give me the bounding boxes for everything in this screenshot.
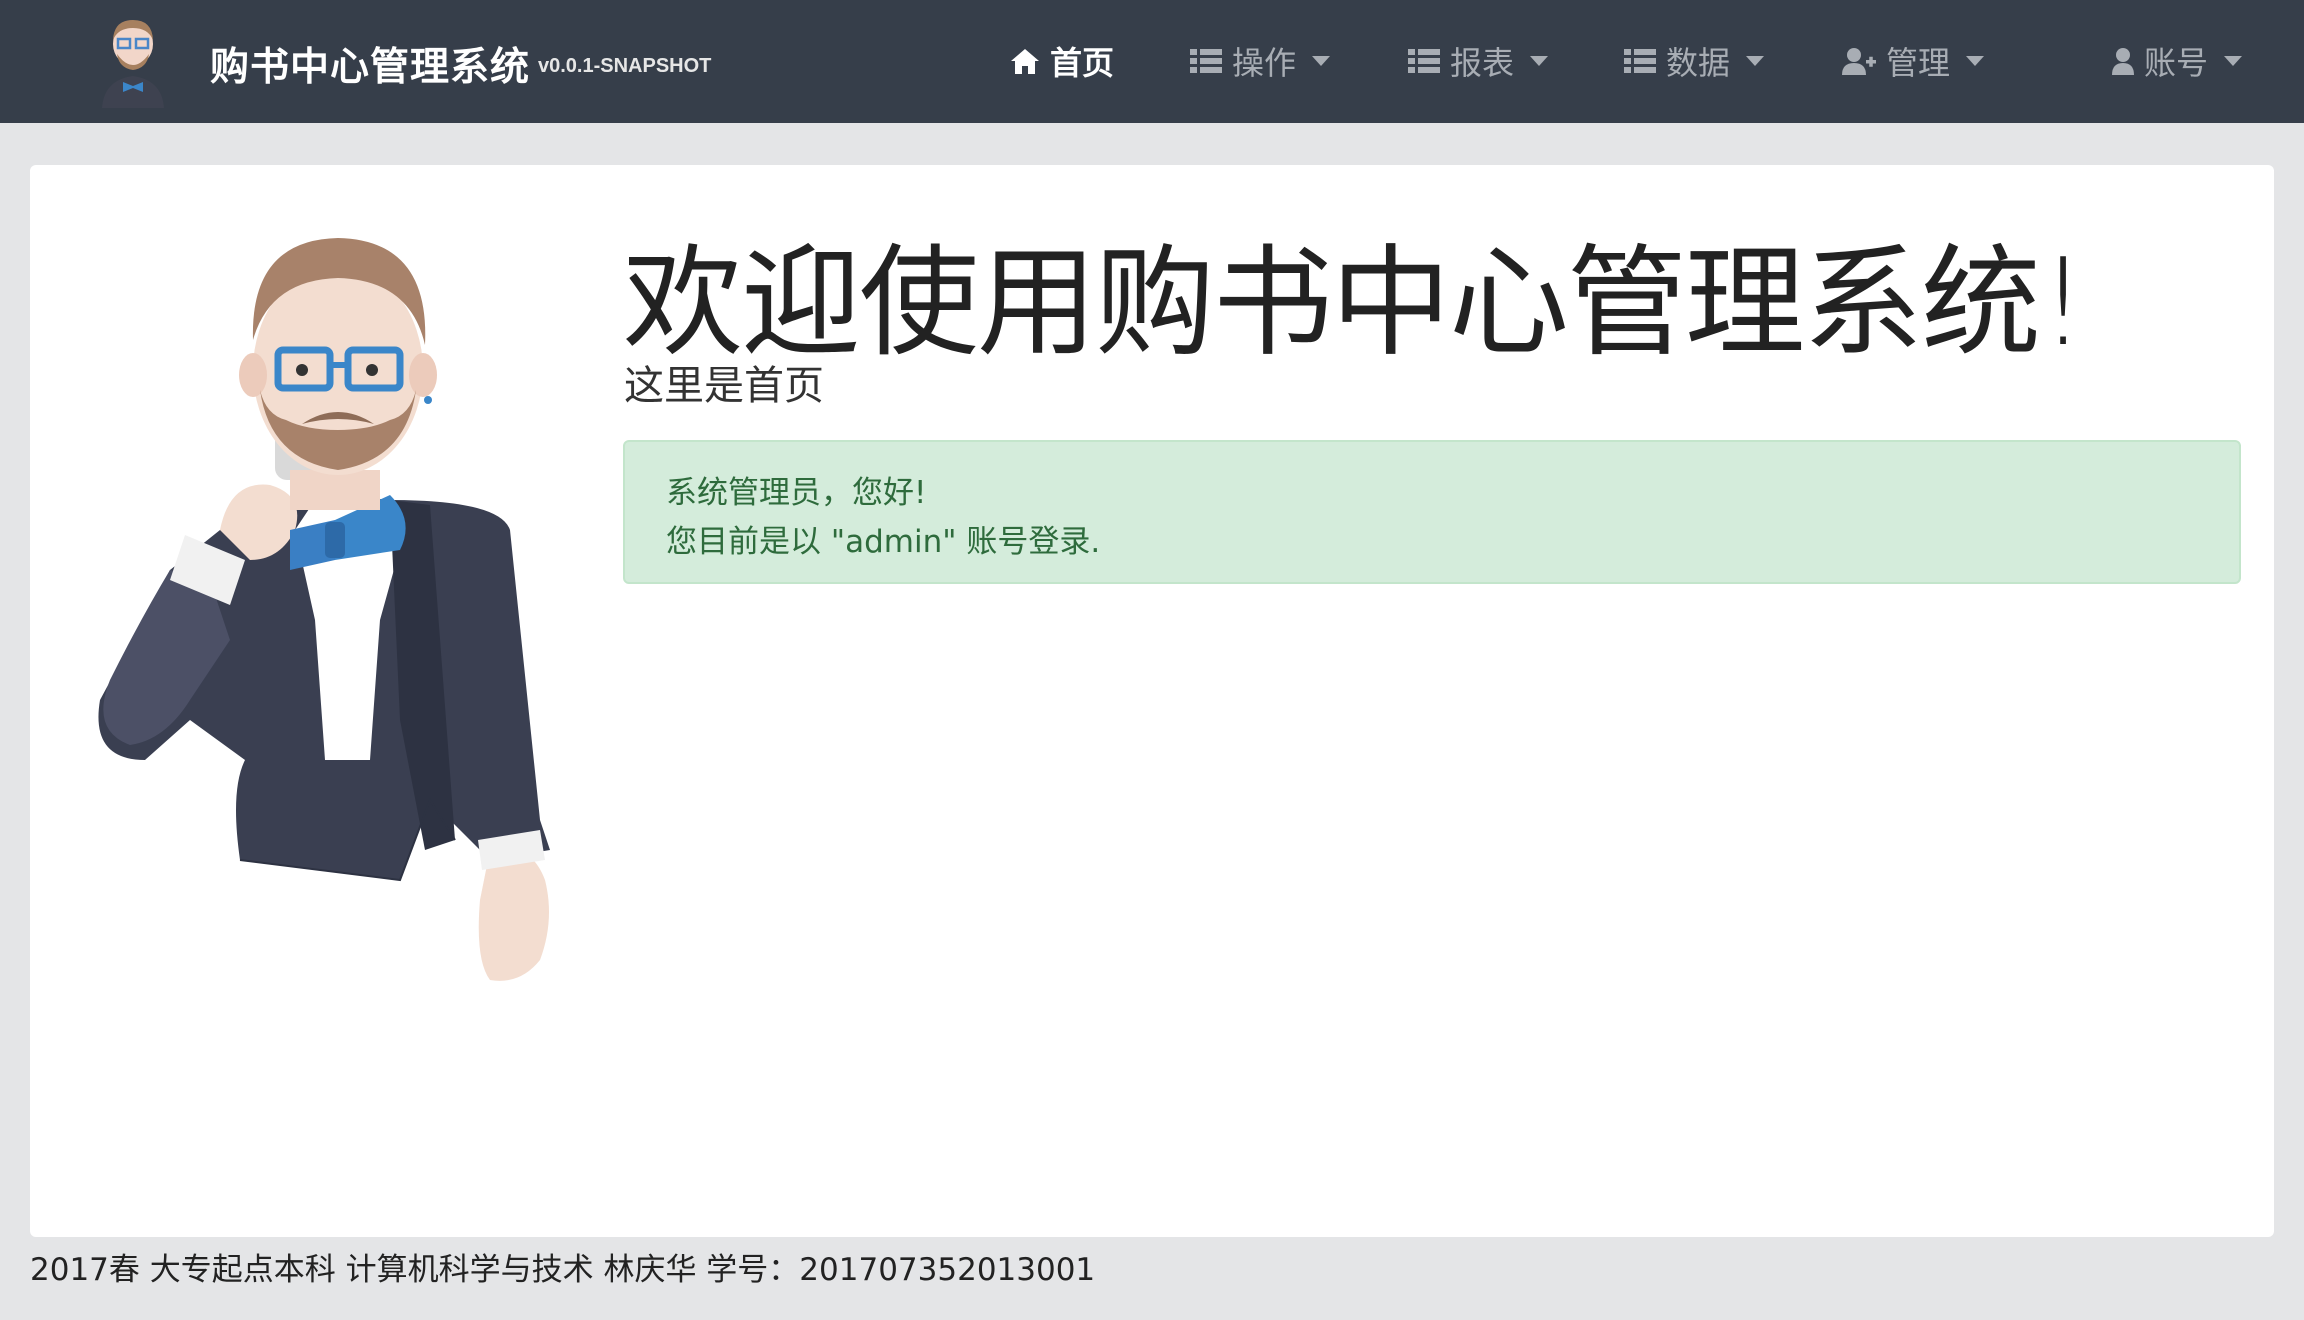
nav-item-label: 管理 — [1886, 44, 1951, 82]
jumbotron-panel: 欢迎使用购书中心管理系统! 这里是首页 系统管理员，您好! 您目前是以 "adm… — [30, 165, 2274, 1237]
list-icon — [1624, 49, 1656, 73]
nav-item-label: 数据 — [1666, 44, 1731, 82]
page-subtitle: 这里是首页 — [624, 363, 824, 409]
nav-item-label: 报表 — [1450, 44, 1515, 82]
caret-down-icon — [2224, 56, 2243, 66]
caret-down-icon — [1746, 56, 1765, 66]
alert-greeting: 系统管理员，您好! — [666, 475, 927, 511]
caret-down-icon — [1530, 56, 1549, 66]
nav-item-label: 操作 — [1232, 44, 1297, 82]
nav-item-data[interactable]: 数据 — [1624, 38, 1765, 84]
home-icon — [1011, 49, 1039, 74]
list-icon — [1408, 49, 1440, 73]
user-plus-icon — [1842, 48, 1876, 75]
nav-item-label: 首页 — [1050, 44, 1115, 82]
success-alert: 系统管理员，您好! 您目前是以 "admin" 账号登录. — [623, 440, 2241, 584]
nav-item-home[interactable]: 首页 — [1010, 38, 1114, 84]
nav-item-label: 账号 — [2144, 44, 2209, 82]
mascot-logo-icon[interactable] — [92, 14, 174, 108]
mascot-illustration — [98, 238, 550, 981]
brand-title[interactable]: 购书中心管理系统 — [210, 36, 530, 92]
nav-item-account[interactable]: 账号 — [2112, 38, 2243, 84]
caret-down-icon — [1966, 56, 1985, 66]
alert-login-info: 您目前是以 "admin" 账号登录. — [666, 524, 1101, 560]
user-icon — [2112, 48, 2134, 75]
page-title: 欢迎使用购书中心管理系统! — [623, 234, 2087, 373]
footer-text: 2017春 大专起点本科 计算机科学与技术 林庆华 学号：20170735201… — [30, 1252, 1096, 1288]
brand-version: v0.0.1-SNAPSHOT — [538, 55, 712, 77]
caret-down-icon — [1312, 56, 1331, 66]
nav-item-operations[interactable]: 操作 — [1190, 38, 1331, 84]
top-navbar: 购书中心管理系统 v0.0.1-SNAPSHOT 首页 操作 报表 数据 管理 … — [0, 0, 2304, 123]
nav-item-manage[interactable]: 管理 — [1842, 38, 1985, 84]
list-icon — [1190, 49, 1222, 73]
nav-item-reports[interactable]: 报表 — [1408, 38, 1549, 84]
